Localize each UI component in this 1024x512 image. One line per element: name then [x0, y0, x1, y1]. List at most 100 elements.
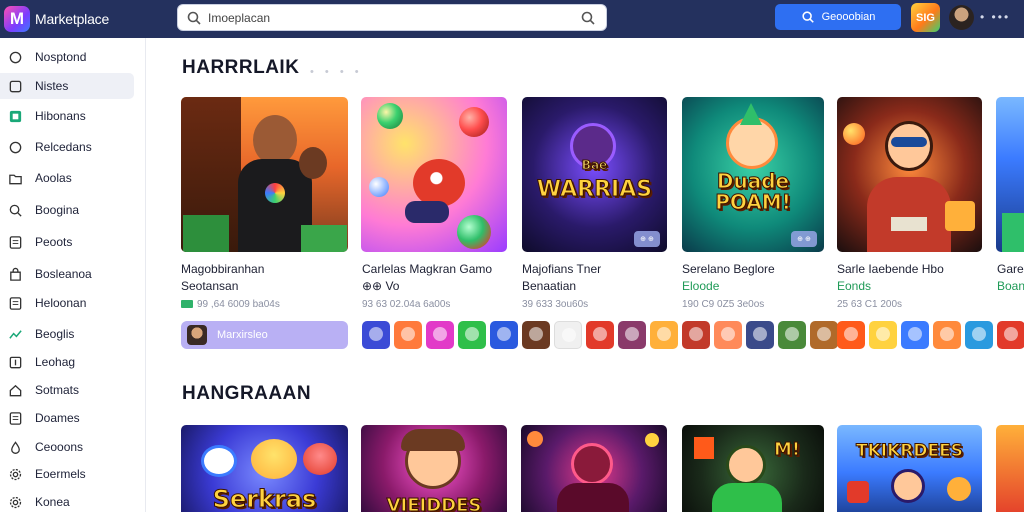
app-thumbnail[interactable]: [586, 321, 614, 349]
game-card-image[interactable]: Bae WARRIAS ⊕ ⊕: [522, 97, 667, 252]
game-card-image[interactable]: M!: [682, 425, 824, 512]
sidebar-item[interactable]: Aoolas: [0, 165, 134, 191]
app-shortcut-icon[interactable]: SIG: [911, 3, 940, 32]
top-search-button[interactable]: Geooobian: [775, 4, 901, 30]
sidebar-item-label: Beoglis: [35, 327, 75, 341]
app-name: Marketplace: [35, 11, 110, 27]
section-title-dots: • • • •: [310, 66, 363, 78]
thumbnail-strip: [362, 321, 518, 349]
square-icon: [7, 78, 23, 94]
app-thumbnail[interactable]: [682, 321, 710, 349]
app-thumbnail[interactable]: [746, 321, 774, 349]
game-card-subtitle: Eloode: [682, 279, 720, 293]
user-avatar[interactable]: [949, 5, 974, 30]
card-image-text: Serkras: [212, 485, 317, 512]
game-card-title[interactable]: Carlelas Magkran Gamo: [362, 262, 492, 276]
game-card-image[interactable]: VIEIDDES: [361, 425, 507, 512]
sidebar-item[interactable]: Boogina: [0, 197, 134, 223]
game-card-image[interactable]: [996, 97, 1024, 252]
game-card-meta: 39 633 3ou60s: [522, 299, 589, 310]
game-card-title[interactable]: Serelano Beglore: [682, 262, 775, 276]
game-card-image[interactable]: Duade POAM! ⊕ ⊕: [682, 97, 824, 252]
sidebar-item[interactable]: Bosleanoa: [0, 261, 134, 287]
app-thumbnail[interactable]: [714, 321, 742, 349]
app-thumbnail[interactable]: [426, 321, 454, 349]
sidebar-item-label: Bosleanoa: [35, 267, 92, 281]
game-card-image[interactable]: [521, 425, 667, 512]
thumbnail-strip: [997, 321, 1024, 349]
game-card-image[interactable]: [361, 97, 507, 252]
sidebar-item-label: Aoolas: [35, 171, 72, 185]
sidebar-item[interactable]: Leohag: [0, 349, 134, 375]
list-icon: [7, 295, 23, 311]
sidebar-item[interactable]: Eoermels: [0, 461, 134, 487]
app-thumbnail[interactable]: [965, 321, 993, 349]
game-card-subtitle: ⊕⊕ Vo: [362, 279, 400, 293]
sidebar-item-label: Doames: [35, 411, 80, 425]
sidebar-item[interactable]: Peoots: [0, 229, 134, 255]
sidebar-item[interactable]: Nosptond: [0, 44, 134, 70]
more-menu-icon[interactable]: • •••: [980, 10, 1010, 24]
card-image-text: M!: [773, 439, 801, 460]
sidebar-item[interactable]: Sotmats: [0, 377, 134, 403]
sidebar-item[interactable]: Hibonans: [0, 103, 134, 129]
game-card-image[interactable]: [996, 425, 1024, 512]
card-image-text: TKIKRDEES: [856, 441, 964, 461]
app-thumbnail[interactable]: [869, 321, 897, 349]
sidebar-item[interactable]: Heloonan: [0, 290, 134, 316]
app-thumbnail[interactable]: [554, 321, 582, 349]
game-card-image[interactable]: [837, 97, 982, 252]
app-thumbnail[interactable]: [933, 321, 961, 349]
sidebar-item-active[interactable]: Nistes: [0, 73, 134, 99]
app-thumbnail[interactable]: [394, 321, 422, 349]
app-thumbnail[interactable]: [490, 321, 518, 349]
game-card-image[interactable]: [181, 97, 348, 252]
featured-pill-button[interactable]: Marxirsleo: [181, 321, 348, 349]
sidebar-item-label: Relcedans: [35, 140, 92, 154]
sidebar-item-label: Nistes: [35, 79, 69, 93]
search-bar[interactable]: [177, 4, 607, 31]
gear-icon: [7, 494, 23, 510]
app-thumbnail[interactable]: [522, 321, 550, 349]
sidebar-item[interactable]: Beoglis: [0, 321, 134, 347]
card-image-text: VIEIDDES: [386, 495, 482, 512]
app-thumbnail[interactable]: [997, 321, 1024, 349]
section-title: HARRRLAIK: [182, 57, 300, 78]
game-card-image[interactable]: Serkras: [181, 425, 348, 512]
card-image-text: Duade POAM!: [715, 169, 792, 214]
top-search-button-label: Geooobian: [821, 11, 876, 23]
sidebar-item[interactable]: Konea: [0, 489, 134, 512]
tag-icon: [7, 354, 23, 370]
game-card-meta-text: 99 ,64 6009 ba04s: [197, 299, 280, 310]
search-input[interactable]: [208, 6, 568, 29]
app-thumbnail[interactable]: [650, 321, 678, 349]
sidebar-item[interactable]: Doames: [0, 405, 134, 431]
search-icon: [7, 202, 23, 218]
sidebar: Nosptond Nistes Hibonans Relcedans Aoola…: [0, 38, 146, 512]
game-card-title[interactable]: Sarle Iaebende Hbo: [837, 262, 944, 276]
flag-icon: [181, 300, 193, 309]
app-brand[interactable]: M Marketplace: [4, 5, 109, 33]
app-thumbnail[interactable]: [778, 321, 806, 349]
gear-icon: [7, 466, 23, 482]
search-submit-icon[interactable]: [580, 10, 596, 26]
sidebar-item-label: Eoermels: [35, 467, 86, 481]
sidebar-item[interactable]: Relcedans: [0, 134, 134, 160]
app-thumbnail[interactable]: [458, 321, 486, 349]
app-thumbnail[interactable]: [837, 321, 865, 349]
circle-icon: [7, 139, 23, 155]
game-card-image[interactable]: TKIKRDEES: [837, 425, 982, 512]
sidebar-item[interactable]: Ceooons: [0, 434, 134, 460]
app-thumbnail[interactable]: [362, 321, 390, 349]
game-card-title[interactable]: Majofians Tner: [522, 262, 601, 276]
app-thumbnail[interactable]: [618, 321, 646, 349]
app-thumbnail[interactable]: [810, 321, 838, 349]
app-thumbnail[interactable]: [901, 321, 929, 349]
game-card-subtitle: Seotansan: [181, 279, 239, 293]
bag-icon: [7, 266, 23, 282]
game-card-title[interactable]: Gare: [997, 262, 1024, 276]
thumbnail-strip: [837, 321, 993, 349]
sidebar-item-label: Leohag: [35, 355, 76, 369]
app-logo: M: [4, 6, 30, 32]
game-card-title[interactable]: Magobbiranhan: [181, 262, 264, 276]
